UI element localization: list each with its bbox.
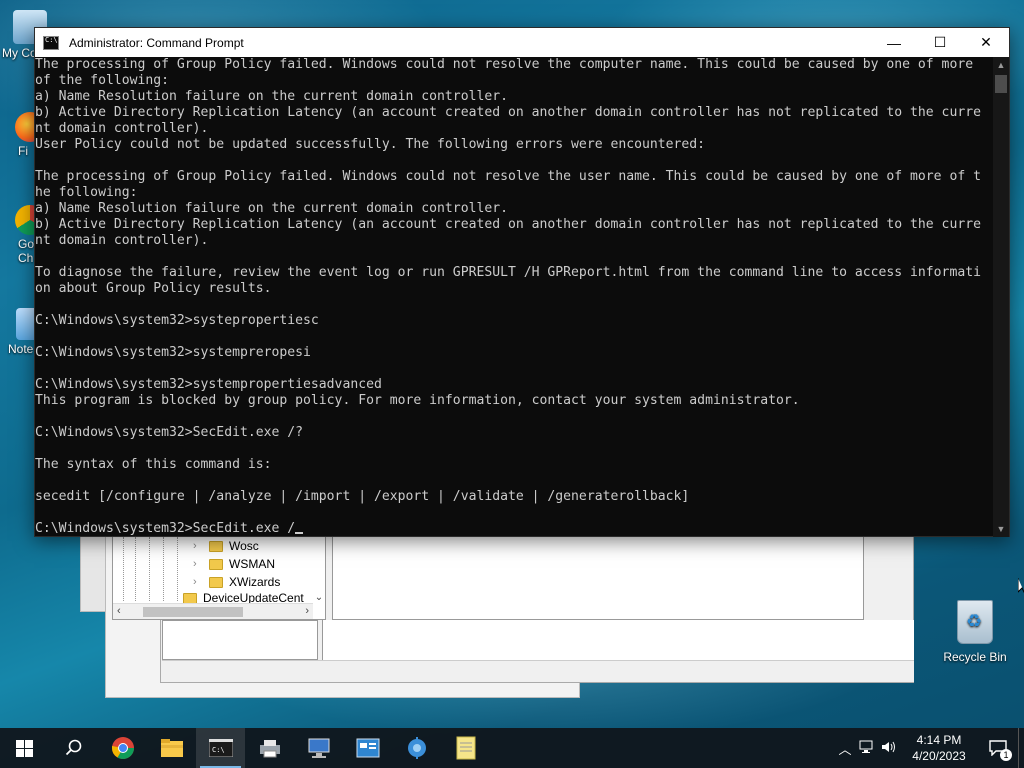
console-line: The processing of Group Policy failed. W…	[35, 169, 981, 184]
command-prompt-icon	[43, 35, 59, 50]
system-tray: ︿ 4:14 PM 4/20/2023 1	[834, 728, 1024, 768]
taskbar-notepad[interactable]	[441, 728, 490, 768]
tree-item[interactable]: › XWizards	[193, 575, 280, 589]
folder-icon	[209, 558, 223, 570]
chevron-right-icon: ›	[193, 540, 197, 552]
console-line: secedit [/configure | /analyze | /import…	[35, 489, 690, 504]
recycle-bin-icon	[957, 600, 993, 644]
tree-item[interactable]: DeviceUpdateCent	[183, 593, 304, 603]
text-cursor	[295, 532, 304, 534]
console-line: he following:	[35, 185, 138, 200]
console-line: C:\Windows\system32>systempreropesi	[35, 345, 311, 360]
folder-icon	[209, 576, 223, 588]
console-line: b) Active Directory Replication Latency …	[35, 217, 981, 232]
remote-desktop-icon	[308, 738, 329, 758]
desktop-icon-recycle-bin[interactable]: Recycle Bin	[940, 600, 1010, 664]
background-panel	[80, 536, 106, 612]
mouse-cursor-icon	[1018, 578, 1024, 594]
console-line: nt domain controller).	[35, 233, 209, 248]
control-panel-icon	[356, 738, 379, 758]
windows-logo-icon	[16, 739, 33, 757]
taskbar-printer[interactable]	[245, 728, 294, 768]
chevron-right-icon: ›	[193, 558, 197, 570]
console-output[interactable]: The processing of Group Policy failed. W…	[35, 57, 995, 537]
command-prompt-window[interactable]: Administrator: Command Prompt — ☐ ✕ The …	[34, 27, 1010, 537]
taskbar-chrome[interactable]	[98, 728, 147, 768]
search-button[interactable]	[49, 728, 98, 768]
notification-badge: 1	[1000, 749, 1012, 761]
console-line: C:\Windows\system32>SecEdit.exe /?	[35, 425, 304, 440]
maximize-button[interactable]: ☐	[917, 28, 963, 57]
status-bar	[162, 660, 914, 682]
taskbar-remote-desktop[interactable]	[294, 728, 343, 768]
network-icon	[407, 737, 426, 759]
folder-icon	[183, 593, 197, 603]
start-button[interactable]	[0, 728, 49, 768]
console-line: C:\Windows\system32>systepropertiesc	[35, 313, 319, 328]
taskbar: C:\ ︿ 4:14 PM 4/20/2023 1	[0, 728, 1024, 768]
tree-item[interactable]: › Wosc	[193, 539, 259, 553]
taskbar-network-tool[interactable]	[392, 728, 441, 768]
taskbar-control-panel[interactable]	[343, 728, 392, 768]
chrome-icon	[111, 737, 134, 759]
notepad-icon	[456, 736, 475, 760]
scroll-up-arrow[interactable]: ▲	[993, 57, 1009, 73]
console-line: b) Active Directory Replication Latency …	[35, 105, 981, 120]
printer-icon	[259, 740, 280, 758]
window-title: Administrator: Command Prompt	[69, 35, 244, 50]
console-line: To diagnose the failure, review the even…	[35, 265, 981, 280]
clock[interactable]: 4:14 PM 4/20/2023	[900, 732, 978, 764]
registry-values-pane[interactable]	[332, 536, 864, 620]
folder-icon	[160, 739, 183, 757]
scroll-right-arrow[interactable]: ›	[305, 605, 309, 617]
network-status-icon[interactable]	[856, 740, 878, 757]
console-line: a) Name Resolution failure on the curren…	[35, 201, 508, 216]
search-icon	[65, 739, 81, 756]
folder-icon	[209, 540, 223, 552]
show-desktop-button[interactable]	[1018, 728, 1024, 768]
close-button[interactable]: ✕	[963, 28, 1009, 57]
console-line: The syntax of this command is:	[35, 457, 272, 472]
scroll-down-arrow[interactable]: ⌄	[313, 592, 325, 603]
taskbar-file-explorer[interactable]	[147, 728, 196, 768]
console-line: User Policy could not be updated success…	[35, 137, 706, 152]
scroll-down-arrow[interactable]: ▼	[993, 521, 1009, 537]
taskbar-command-prompt[interactable]: C:\	[196, 728, 245, 768]
command-prompt-icon: C:\	[208, 739, 233, 757]
svg-text:C:\: C:\	[212, 746, 225, 754]
console-line: The processing of Group Policy failed. W…	[35, 57, 974, 72]
horizontal-scrollbar[interactable]: ‹ ›	[113, 603, 313, 619]
console-line: a) Name Resolution failure on the curren…	[35, 89, 508, 104]
console-line: of the following:	[35, 73, 170, 88]
scrollbar-thumb[interactable]	[143, 607, 243, 617]
volume-icon[interactable]	[878, 740, 900, 757]
chevron-up-icon[interactable]: ︿	[834, 739, 856, 758]
vertical-scrollbar[interactable]: ▲ ▼	[993, 57, 1009, 537]
scrollbar-thumb[interactable]	[995, 75, 1007, 93]
minimize-button[interactable]: —	[871, 28, 917, 57]
console-line: on about Group Policy results.	[35, 281, 272, 296]
tree-item[interactable]: › WSMAN	[193, 557, 275, 571]
console-line: C:\Windows\system32>SecEdit.exe /	[35, 521, 995, 537]
console-line: C:\Windows\system32>systempropertiesadva…	[35, 377, 382, 392]
action-center-button[interactable]: 1	[978, 728, 1018, 768]
console-line: This program is blocked by group policy.…	[35, 393, 800, 408]
scroll-left-arrow[interactable]: ‹	[117, 605, 121, 617]
background-panel	[322, 620, 914, 660]
console-line: nt domain controller).	[35, 121, 209, 136]
background-panel	[162, 620, 318, 660]
title-bar[interactable]: Administrator: Command Prompt — ☐ ✕	[35, 28, 1009, 57]
chevron-right-icon: ›	[193, 576, 197, 588]
registry-tree[interactable]: › Wosc › WSMAN › XWizards DeviceUpdateCent …	[112, 536, 326, 620]
